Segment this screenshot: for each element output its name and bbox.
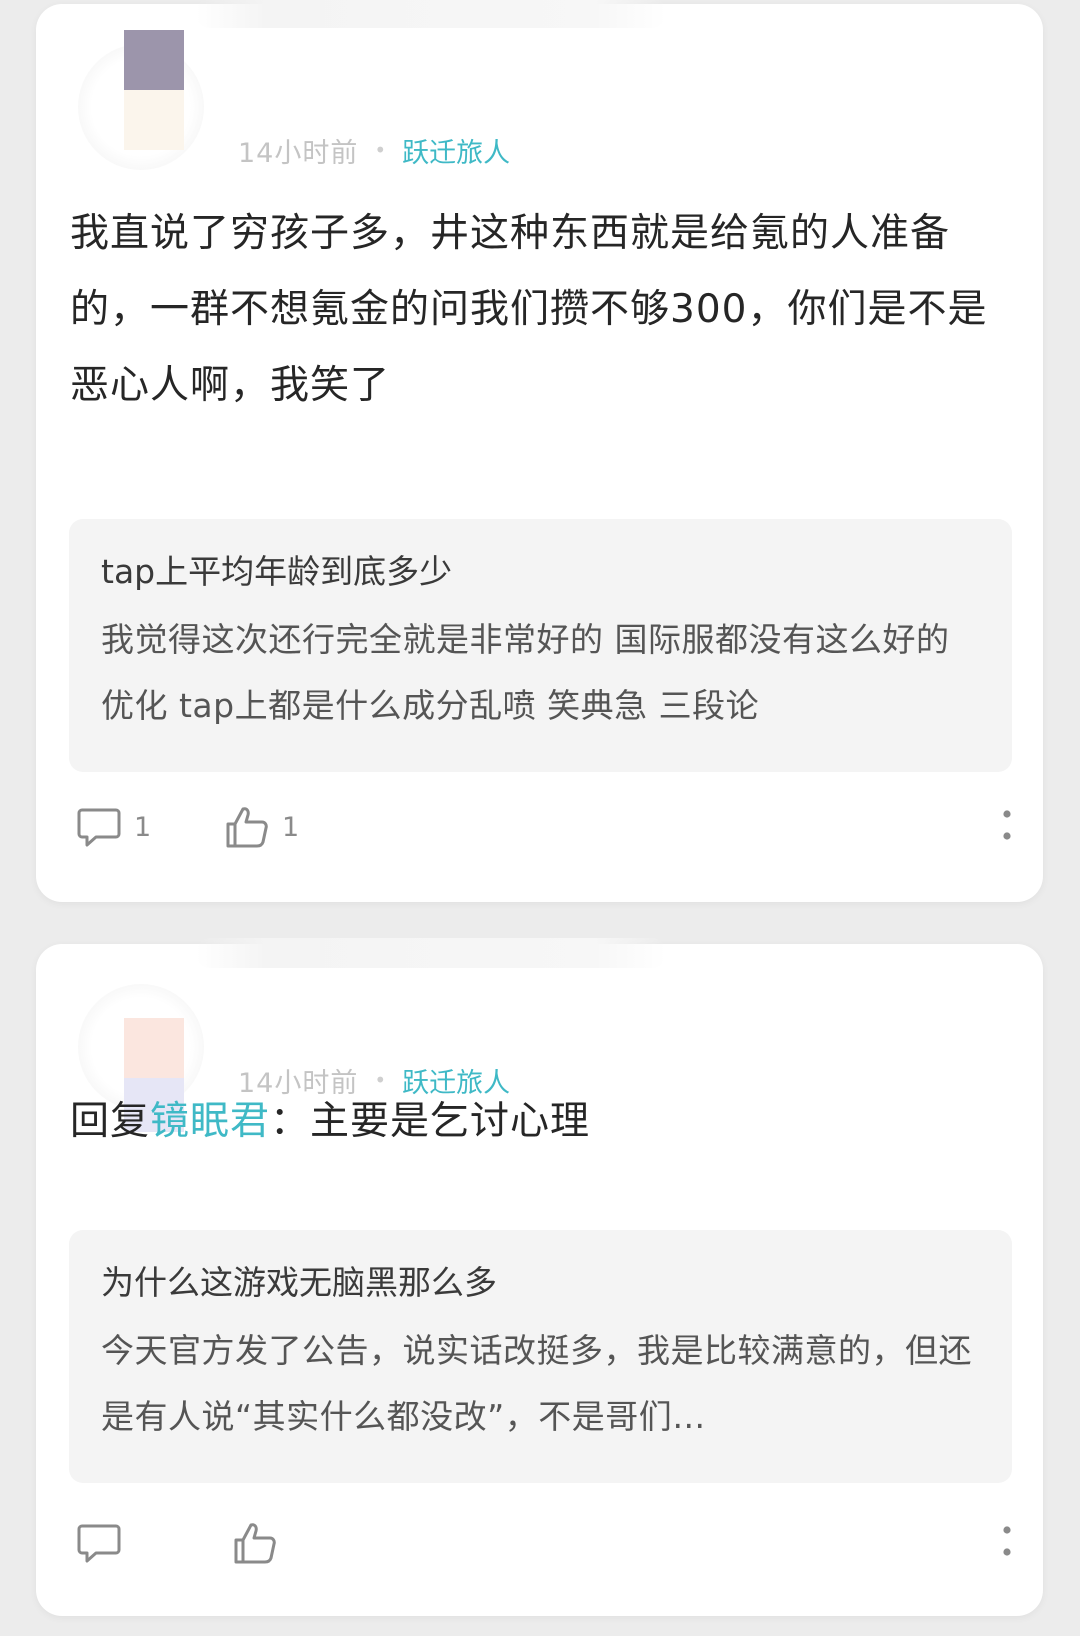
action-bar [76,1520,1013,1576]
comment-button[interactable] [76,1520,122,1566]
quoted-post[interactable]: 为什么这游戏无脑黑那么多 今天官方发了公告，说实话改挺多，我是比较满意的，但还是… [69,1230,1012,1483]
comment-button[interactable]: 1 [76,804,151,850]
more-options-button[interactable] [1001,1524,1013,1564]
post-meta: 14小时前 • 跃迁旅人 [238,131,510,170]
avatar-mosaic [124,30,184,150]
comment-icon [77,1524,121,1563]
comment-card: 14小时前 • 跃迁旅人 回复镜眠君：主要是乞讨心理 为什么这游戏无脑黑那么多 … [36,938,1043,1616]
comment-text: 我直说了穷孩子多，井这种东西就是给氪的人准备的，一群不想氪金的问我们攒不够300… [70,211,988,408]
comment-count: 1 [134,811,152,843]
like-count: 1 [282,811,300,843]
quoted-post-body: 今天官方发了公告，说实话改挺多，我是比较满意的，但还是有人说“其实什么都没改”，… [101,1331,972,1436]
timestamp: 14小时前 [238,137,359,169]
meta-separator: • [374,138,387,162]
username-redaction [196,0,666,28]
user-tag[interactable]: 跃迁旅人 [402,131,510,170]
thumbs-up-icon [226,807,268,848]
like-button[interactable] [232,1520,278,1566]
reply-prefix: 回复 [70,1099,151,1144]
comment-card: 14小时前 • 跃迁旅人 我直说了穷孩子多，井这种东西就是给氪的人准备的，一群不… [36,0,1043,902]
action-bar: 1 1 [76,804,1013,860]
quoted-post-title: 为什么这游戏无脑黑那么多 [101,1263,497,1302]
more-vertical-icon [1003,810,1011,840]
quoted-post-title: tap上平均年龄到底多少 [101,552,453,591]
more-vertical-icon [1003,1526,1011,1556]
reply-mention[interactable]: 镜眠君 [150,1099,270,1144]
like-button[interactable]: 1 [224,804,299,850]
reply-text: 回复镜眠君：主要是乞讨心理 [70,1084,1009,1160]
quoted-post-body: 我觉得这次还行完全就是非常好的 国际服都没有这么好的优化 tap上都是什么成分乱… [101,620,950,725]
reply-content: 主要是乞讨心理 [310,1099,591,1144]
username-redaction [196,938,666,968]
thumbs-up-icon [234,1523,276,1564]
more-options-button[interactable] [1001,808,1013,848]
comment-icon [77,808,121,847]
reply-separator: ： [270,1099,311,1144]
quoted-post[interactable]: tap上平均年龄到底多少 我觉得这次还行完全就是非常好的 国际服都没有这么好的优… [69,519,1012,772]
